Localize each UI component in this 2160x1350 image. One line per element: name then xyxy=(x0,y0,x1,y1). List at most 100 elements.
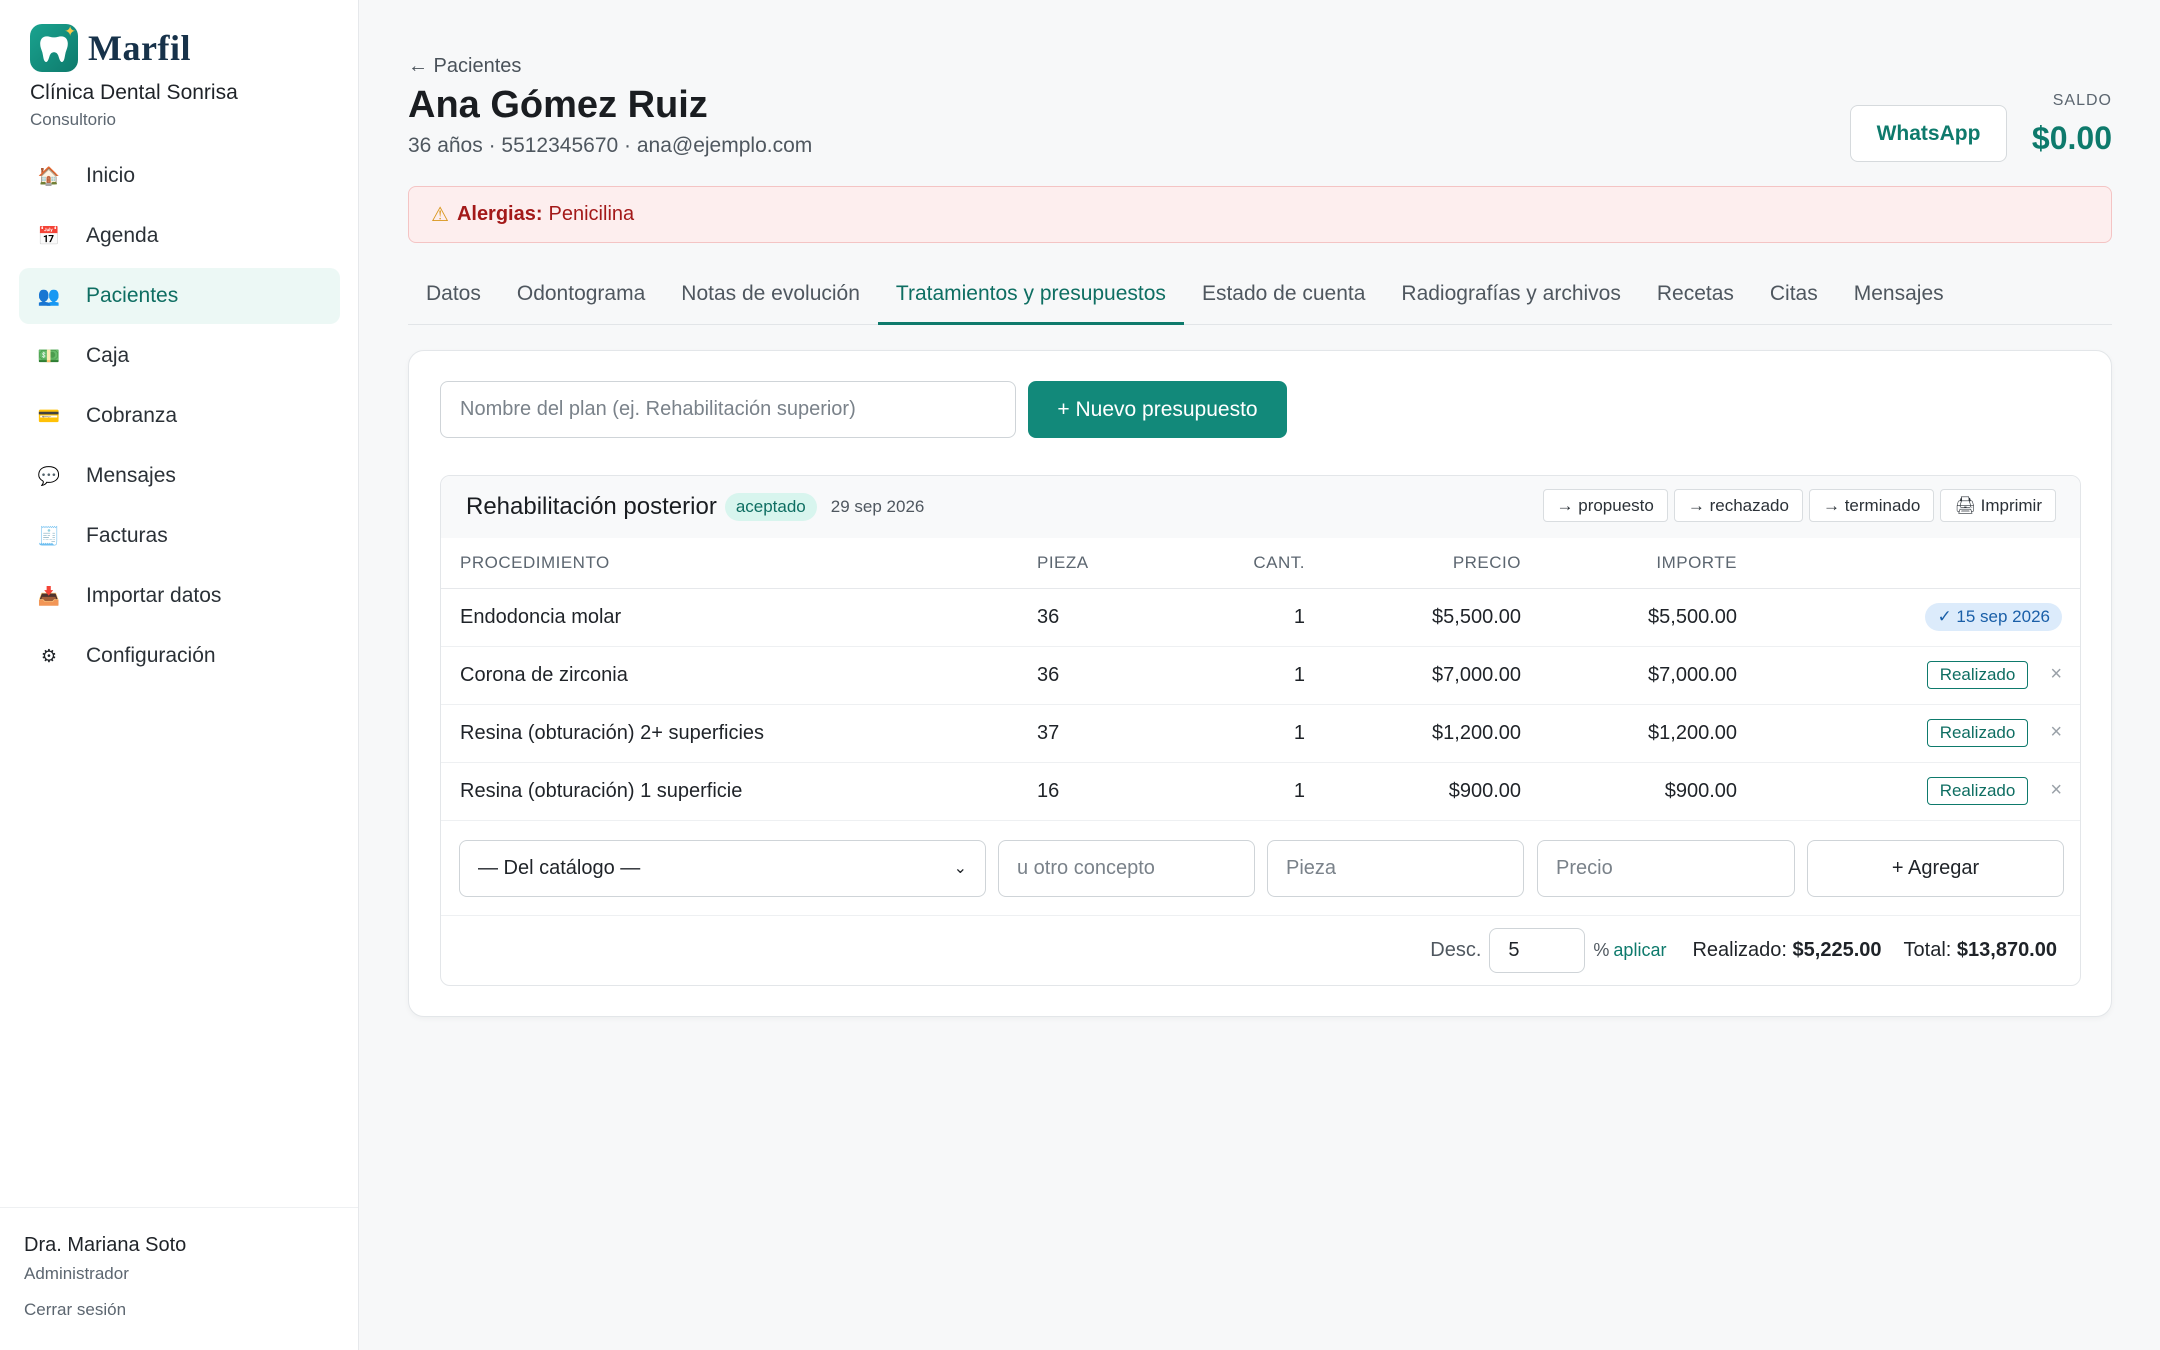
tab-7[interactable]: Citas xyxy=(1752,270,1836,325)
chevron-down-icon: ⌄ xyxy=(953,860,967,877)
row-actions-cell: Realizado × xyxy=(1737,704,2080,763)
sidebar-item-label: Cobranza xyxy=(86,404,178,427)
price-input[interactable]: Precio xyxy=(1537,839,1795,897)
tab-6[interactable]: Recetas xyxy=(1639,270,1752,325)
close-icon[interactable]: × xyxy=(2050,663,2062,686)
tab-4[interactable]: Estado de cuenta xyxy=(1184,270,1383,325)
sidebar: ✦ Marfil Clínica Dental Sonrisa Consulto… xyxy=(0,0,359,1350)
sidebar-item-label: Agenda xyxy=(86,224,159,247)
allergy-label: Alergias: xyxy=(456,203,543,225)
tooth-logo-icon: ✦ xyxy=(30,24,78,72)
saldo-value: $0.00 xyxy=(2031,120,2112,156)
tooth-cell: 36 xyxy=(1037,588,1185,647)
amount-cell: $1,200.00 xyxy=(1521,704,1737,763)
sidebar-item-cobranza[interactable]: 💳 Cobranza xyxy=(19,388,340,444)
close-icon[interactable]: × xyxy=(2050,721,2062,744)
people-icon: 👥 xyxy=(37,285,61,306)
user-role: Administrador xyxy=(24,1264,129,1283)
sidebar-item-agenda[interactable]: 📅 Agenda xyxy=(19,208,340,264)
saldo-label: SALDO xyxy=(2052,92,2112,109)
sidebar-item-mensajes[interactable]: 💬 Mensajes xyxy=(19,448,340,504)
sidebar-item-caja[interactable]: 💵 Caja xyxy=(19,328,340,384)
gear-icon: ⚙ xyxy=(40,645,58,666)
sidebar-item-label: Importar datos xyxy=(86,584,222,607)
completed-date-badge: ✓ 15 sep 2026 xyxy=(1925,603,2062,631)
amount-cell: $900.00 xyxy=(1521,762,1737,821)
tooth-cell: 37 xyxy=(1037,704,1185,763)
realizado-total-label: Realizado: xyxy=(1692,939,1787,961)
price-cell: $7,000.00 xyxy=(1305,646,1521,705)
sidebar-item-facturas[interactable]: 🧾 Facturas xyxy=(19,508,340,564)
procedure-cell: Resina (obturación) 2+ superficies xyxy=(441,704,1037,763)
add-item-button[interactable]: + Agregar xyxy=(1807,839,2064,897)
clinic-subtitle: Consultorio xyxy=(30,110,116,129)
mark-done-button[interactable]: Realizado xyxy=(1926,661,2029,689)
tab-5[interactable]: Radiografías y archivos xyxy=(1383,270,1638,325)
tab-3[interactable]: Tratamientos y presupuestos xyxy=(877,270,1184,325)
patient-name: Ana Gómez Ruiz xyxy=(408,84,708,126)
sidebar-item-importar-datos[interactable]: 📥 Importar datos xyxy=(19,568,340,624)
inbox-tray-icon: 📥 xyxy=(37,585,61,606)
other-concept-input[interactable]: u otro concepto xyxy=(998,839,1255,897)
apply-discount-link[interactable]: aplicar xyxy=(1613,940,1666,961)
logout-link[interactable]: Cerrar sesión xyxy=(24,1300,126,1320)
amount-cell: $7,000.00 xyxy=(1521,646,1737,705)
sidebar-item-inicio[interactable]: 🏠 Inicio xyxy=(19,148,340,204)
sidebar-item-label: Configuración xyxy=(86,644,216,667)
status-badge: aceptado xyxy=(724,493,817,521)
sidebar-item-label: Mensajes xyxy=(86,464,176,487)
sidebar-item-label: Pacientes xyxy=(86,284,179,307)
new-budget-button[interactable]: + Nuevo presupuesto xyxy=(1028,381,1287,438)
speech-bubble-icon: 💬 xyxy=(37,465,61,486)
set-rejected-button[interactable]: → rechazado xyxy=(1673,489,1803,522)
calendar-icon: 📅 xyxy=(37,225,61,246)
tooth-input[interactable]: Pieza xyxy=(1267,839,1524,897)
row-actions-cell: ✓ 15 sep 2026 xyxy=(1737,588,2080,647)
row-actions-cell: Realizado × xyxy=(1737,762,2080,821)
realizado-total-value: $5,225.00 xyxy=(1792,939,1882,961)
allergy-alert: ⚠ Alergias: Penicilina xyxy=(408,186,2112,243)
close-icon[interactable]: × xyxy=(2050,779,2062,802)
price-cell: $5,500.00 xyxy=(1305,588,1521,647)
mark-done-button[interactable]: Realizado xyxy=(1926,719,2029,747)
column-header-importe: IMPORTE xyxy=(1521,538,1737,589)
receipt-icon: 🧾 xyxy=(37,525,61,546)
credit-card-icon: 💳 xyxy=(37,405,61,426)
quantity-cell: 1 xyxy=(1185,762,1305,821)
table-row: Endodoncia molar 36 1 $5,500.00 $5,500.00 ✓ 1… xyxy=(441,588,2080,647)
warning-icon: ⚠ xyxy=(431,204,449,226)
print-button[interactable]: 🖨 Imprimir xyxy=(1940,489,2056,522)
set-proposed-button[interactable]: → propuesto xyxy=(1542,489,1668,522)
patient-meta: 36 años · 5512345670 · ana@ejemplo.com xyxy=(408,134,813,157)
percent-sign: % xyxy=(1593,940,1610,960)
column-header-cant: CANT. xyxy=(1185,538,1305,589)
price-cell: $900.00 xyxy=(1305,762,1521,821)
discount-input[interactable]: 5 xyxy=(1489,928,1586,973)
whatsapp-button[interactable]: WhatsApp xyxy=(1850,105,2007,162)
sidebar-item-label: Inicio xyxy=(86,164,136,187)
set-finished-button[interactable]: → terminado xyxy=(1808,489,1935,522)
procedures-table: PROCEDIMIENTO PIEZA CANT. PRECIO IMPORTE… xyxy=(441,538,2080,821)
procedure-cell: Endodoncia molar xyxy=(441,588,1037,647)
column-header-procedimiento: PROCEDIMIENTO xyxy=(441,538,1037,589)
sidebar-nav: 🏠 Inicio 📅 Agenda 👥 Pacientes 💵 Caja 💳 Cobranza 💬 M… xyxy=(19,148,340,688)
budget-date: 29 sep 2026 xyxy=(830,497,925,516)
table-row: Resina (obturación) 1 superficie 16 1 $900.… xyxy=(441,762,2080,821)
tab-2[interactable]: Notas de evolución xyxy=(663,270,878,325)
back-to-patients-link[interactable]: ← Pacientes xyxy=(408,55,521,78)
mark-done-button[interactable]: Realizado xyxy=(1926,777,2029,805)
tab-0[interactable]: Datos xyxy=(408,270,499,325)
brand[interactable]: ✦ Marfil xyxy=(30,24,191,72)
catalog-select[interactable]: — Del catálogo — ⌄ xyxy=(459,839,986,897)
realizado-total: Realizado: $5,225.00 xyxy=(1692,939,1881,962)
treatments-card: + Nuevo presupuesto Rehabilitación poste… xyxy=(408,350,2112,1017)
column-header-precio: PRECIO xyxy=(1305,538,1521,589)
sidebar-item-configuraci-n[interactable]: ⚙ Configuración xyxy=(19,628,340,684)
budget-header: Rehabilitación posterior aceptado 29 sep… xyxy=(441,476,2080,538)
discount-label: Desc. xyxy=(1430,939,1482,961)
tab-1[interactable]: Odontograma xyxy=(499,270,663,325)
plan-name-input[interactable] xyxy=(440,381,1016,438)
cash-icon: 💵 xyxy=(37,345,61,366)
tab-8[interactable]: Mensajes xyxy=(1836,270,1962,325)
sidebar-item-pacientes[interactable]: 👥 Pacientes xyxy=(19,268,340,324)
